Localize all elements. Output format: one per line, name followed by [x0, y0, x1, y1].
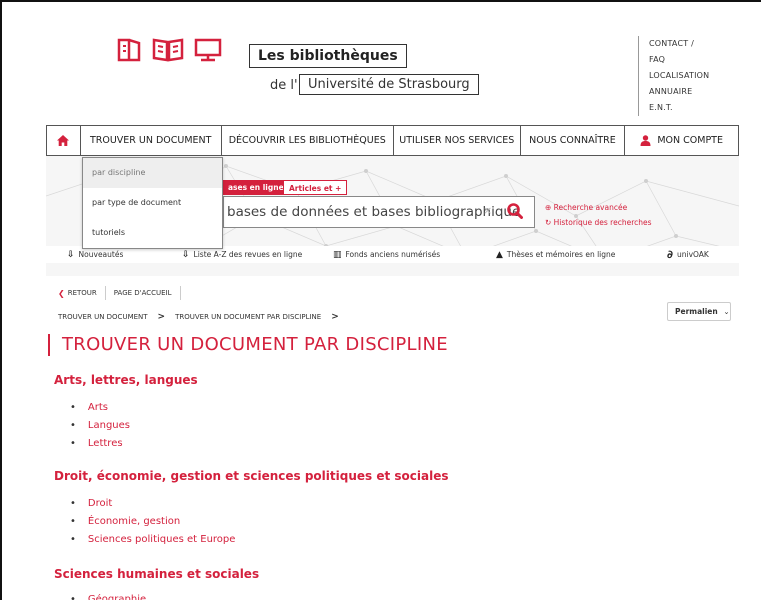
breadcrumb-item[interactable]: TROUVER UN DOCUMENT PAR DISCIPLINE	[175, 313, 321, 321]
list-item[interactable]: Économie, gestion	[70, 513, 235, 531]
divider	[179, 286, 181, 300]
section-title: Sciences humaines et sociales	[54, 567, 260, 581]
top-links: CONTACT / FAQ LOCALISATION ANNUAIRE E.N.…	[638, 36, 709, 116]
clear-icon[interactable]: ×	[483, 204, 492, 217]
page-title: TROUVER UN DOCUMENT PAR DISCIPLINE	[48, 334, 448, 356]
graduation-cap-icon: ▲	[496, 249, 503, 260]
az-icon: ⇩	[182, 249, 190, 260]
nav-mon-compte[interactable]: MON COMPTE	[625, 126, 738, 155]
quick-link-revues[interactable]: ⇩ Liste A-Z des revues en ligne	[182, 250, 333, 260]
top-link-annuaire[interactable]: ANNUAIRE	[649, 84, 709, 100]
logo[interactable]	[115, 37, 223, 63]
dropdown-item-discipline[interactable]: par discipline	[83, 158, 222, 188]
home-link[interactable]: PAGE D'ACCUEIL	[114, 289, 172, 297]
quick-link-univoak[interactable]: ∂ univOAK	[667, 248, 709, 261]
list-item[interactable]: Arts	[70, 399, 130, 417]
section-list: Droit Économie, gestion Sciences politiq…	[70, 495, 236, 549]
permalink-button[interactable]: Permalien ⌄	[667, 302, 731, 321]
dropdown-item-tutoriels[interactable]: tutoriels	[83, 218, 222, 248]
nav-services[interactable]: UTILISER NOS SERVICES	[394, 126, 521, 155]
top-link-faq[interactable]: FAQ	[649, 52, 709, 68]
tab-bases-en-ligne[interactable]: ases en ligne	[223, 180, 289, 195]
zoom-icon: ⊕	[545, 203, 554, 212]
open-access-icon: ∂	[667, 248, 673, 261]
user-icon	[640, 135, 651, 146]
list-item[interactable]: Lettres	[70, 435, 130, 453]
breadcrumb: TROUVER UN DOCUMENT > TROUVER UN DOCUMEN…	[58, 312, 349, 322]
top-link-ent[interactable]: E.N.T.	[649, 100, 709, 116]
quick-link-fonds-anciens[interactable]: ▥ Fonds anciens numérisés	[333, 250, 496, 260]
breadcrumb-item[interactable]: TROUVER UN DOCUMENT	[58, 313, 148, 321]
advanced-search-link[interactable]: ⊕ Recherche avancée	[545, 200, 652, 215]
divider	[104, 286, 106, 300]
list-item[interactable]: Géographie	[70, 591, 146, 600]
mon-compte-label: MON COMPTE	[657, 135, 723, 146]
books-icon: ▥	[333, 249, 342, 260]
section-list: Arts Langues Lettres	[70, 399, 130, 453]
chevron-down-icon: ⌄	[723, 307, 730, 316]
nav-home[interactable]	[47, 126, 81, 155]
back-link[interactable]: RETOUR	[68, 289, 97, 297]
chevron-right-icon: >	[157, 312, 166, 322]
section-title: Arts, lettres, langues	[54, 373, 198, 387]
logo-subtitle: Université de Strasbourg	[299, 74, 479, 95]
logo-title: Les bibliothèques	[249, 44, 407, 68]
history-icon: ↻	[545, 218, 554, 227]
nav-decouvrir[interactable]: DÉCOUVRIR LES BIBLIOTHÈQUES	[222, 126, 394, 155]
list-item[interactable]: Droit	[70, 495, 235, 513]
top-link-localisation[interactable]: LOCALISATION	[649, 68, 709, 84]
list-item[interactable]: Langues	[70, 417, 130, 435]
main-content	[46, 278, 739, 600]
nav-nous-connaitre[interactable]: NOUS CONNAÎTRE	[521, 126, 626, 155]
top-link-contact[interactable]: CONTACT /	[649, 36, 709, 52]
search-options: ⊕ Recherche avancée ↻ Historique des rec…	[545, 200, 652, 230]
search-button[interactable]	[507, 203, 523, 223]
chevron-left-icon: ❮	[58, 288, 65, 298]
list-item[interactable]: Sciences politiques et Europe	[70, 531, 236, 549]
search-icon	[507, 203, 523, 219]
quick-link-theses[interactable]: ▲ Thèses et mémoires en ligne	[496, 250, 667, 260]
section-title: Droit, économie, gestion et sciences pol…	[54, 469, 449, 483]
home-icon	[57, 135, 70, 146]
dropdown-item-type[interactable]: par type de document	[83, 188, 222, 218]
book-icon	[117, 38, 141, 62]
sort-icon: ⇩	[67, 249, 75, 260]
chevron-right-icon: >	[331, 312, 339, 322]
tab-articles[interactable]: Articles et +	[283, 180, 348, 195]
quick-link-nouveautes[interactable]: ⇩ Nouveautés	[67, 250, 182, 260]
nav-dropdown: par discipline par type de document tuto…	[82, 157, 223, 249]
section-list: Géographie	[70, 591, 146, 600]
computer-icon	[194, 38, 222, 62]
open-book-icon	[152, 38, 184, 62]
main-nav: TROUVER UN DOCUMENT DÉCOUVRIR LES BIBLIO…	[46, 125, 739, 156]
history-link[interactable]: ↻ Historique des recherches	[545, 215, 652, 230]
back-row: ❮ RETOUR PAGE D'ACCUEIL	[58, 286, 189, 300]
logo-de: de l'	[270, 78, 298, 93]
nav-trouver-document[interactable]: TROUVER UN DOCUMENT	[81, 126, 222, 155]
